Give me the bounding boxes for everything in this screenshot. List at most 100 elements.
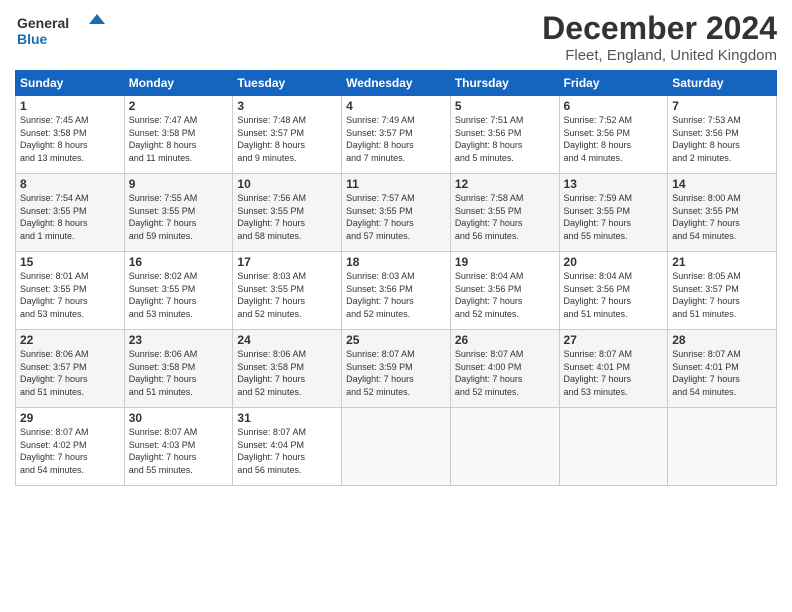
calendar-cell: 8Sunrise: 7:54 AMSunset: 3:55 PMDaylight…	[16, 174, 125, 252]
title-block: December 2024 Fleet, England, United Kin…	[542, 10, 777, 64]
day-info: Sunrise: 8:07 AMSunset: 4:00 PMDaylight:…	[455, 348, 555, 398]
day-number: 12	[455, 177, 555, 191]
calendar-week-5: 29Sunrise: 8:07 AMSunset: 4:02 PMDayligh…	[16, 408, 777, 486]
logo: General Blue	[15, 10, 105, 60]
calendar-cell: 25Sunrise: 8:07 AMSunset: 3:59 PMDayligh…	[342, 330, 451, 408]
day-info: Sunrise: 8:07 AMSunset: 4:04 PMDaylight:…	[237, 426, 337, 476]
calendar-cell: 28Sunrise: 8:07 AMSunset: 4:01 PMDayligh…	[668, 330, 777, 408]
day-info: Sunrise: 8:05 AMSunset: 3:57 PMDaylight:…	[672, 270, 772, 320]
calendar-cell: 15Sunrise: 8:01 AMSunset: 3:55 PMDayligh…	[16, 252, 125, 330]
calendar-body: 1Sunrise: 7:45 AMSunset: 3:58 PMDaylight…	[16, 96, 777, 486]
day-number: 17	[237, 255, 337, 269]
day-info: Sunrise: 8:02 AMSunset: 3:55 PMDaylight:…	[129, 270, 229, 320]
calendar-cell	[450, 408, 559, 486]
day-info: Sunrise: 8:07 AMSunset: 3:59 PMDaylight:…	[346, 348, 446, 398]
day-number: 19	[455, 255, 555, 269]
header-row: Sunday Monday Tuesday Wednesday Thursday…	[16, 71, 777, 96]
day-number: 16	[129, 255, 229, 269]
day-info: Sunrise: 7:47 AMSunset: 3:58 PMDaylight:…	[129, 114, 229, 164]
day-number: 18	[346, 255, 446, 269]
day-info: Sunrise: 7:56 AMSunset: 3:55 PMDaylight:…	[237, 192, 337, 242]
calendar-cell: 10Sunrise: 7:56 AMSunset: 3:55 PMDayligh…	[233, 174, 342, 252]
day-number: 30	[129, 411, 229, 425]
day-number: 4	[346, 99, 446, 113]
day-number: 21	[672, 255, 772, 269]
calendar-cell: 7Sunrise: 7:53 AMSunset: 3:56 PMDaylight…	[668, 96, 777, 174]
day-info: Sunrise: 8:07 AMSunset: 4:02 PMDaylight:…	[20, 426, 120, 476]
day-info: Sunrise: 7:59 AMSunset: 3:55 PMDaylight:…	[564, 192, 664, 242]
day-info: Sunrise: 8:06 AMSunset: 3:57 PMDaylight:…	[20, 348, 120, 398]
day-info: Sunrise: 7:53 AMSunset: 3:56 PMDaylight:…	[672, 114, 772, 164]
calendar-cell: 22Sunrise: 8:06 AMSunset: 3:57 PMDayligh…	[16, 330, 125, 408]
day-number: 29	[20, 411, 120, 425]
main-title: December 2024	[542, 10, 777, 47]
day-info: Sunrise: 7:45 AMSunset: 3:58 PMDaylight:…	[20, 114, 120, 164]
day-info: Sunrise: 7:51 AMSunset: 3:56 PMDaylight:…	[455, 114, 555, 164]
calendar-cell: 17Sunrise: 8:03 AMSunset: 3:55 PMDayligh…	[233, 252, 342, 330]
day-number: 15	[20, 255, 120, 269]
day-info: Sunrise: 8:03 AMSunset: 3:55 PMDaylight:…	[237, 270, 337, 320]
day-number: 26	[455, 333, 555, 347]
day-number: 7	[672, 99, 772, 113]
header-tuesday: Tuesday	[233, 71, 342, 96]
header-sunday: Sunday	[16, 71, 125, 96]
calendar-cell: 30Sunrise: 8:07 AMSunset: 4:03 PMDayligh…	[124, 408, 233, 486]
day-info: Sunrise: 8:07 AMSunset: 4:01 PMDaylight:…	[564, 348, 664, 398]
header-friday: Friday	[559, 71, 668, 96]
subtitle: Fleet, England, United Kingdom	[542, 47, 777, 64]
day-number: 6	[564, 99, 664, 113]
calendar-cell: 29Sunrise: 8:07 AMSunset: 4:02 PMDayligh…	[16, 408, 125, 486]
day-number: 20	[564, 255, 664, 269]
calendar-week-3: 15Sunrise: 8:01 AMSunset: 3:55 PMDayligh…	[16, 252, 777, 330]
day-info: Sunrise: 7:52 AMSunset: 3:56 PMDaylight:…	[564, 114, 664, 164]
day-number: 24	[237, 333, 337, 347]
calendar-cell: 20Sunrise: 8:04 AMSunset: 3:56 PMDayligh…	[559, 252, 668, 330]
calendar-cell: 6Sunrise: 7:52 AMSunset: 3:56 PMDaylight…	[559, 96, 668, 174]
day-info: Sunrise: 8:00 AMSunset: 3:55 PMDaylight:…	[672, 192, 772, 242]
calendar-cell: 18Sunrise: 8:03 AMSunset: 3:56 PMDayligh…	[342, 252, 451, 330]
calendar-cell: 24Sunrise: 8:06 AMSunset: 3:58 PMDayligh…	[233, 330, 342, 408]
calendar-cell: 27Sunrise: 8:07 AMSunset: 4:01 PMDayligh…	[559, 330, 668, 408]
calendar-cell: 13Sunrise: 7:59 AMSunset: 3:55 PMDayligh…	[559, 174, 668, 252]
day-info: Sunrise: 7:54 AMSunset: 3:55 PMDaylight:…	[20, 192, 120, 242]
day-number: 8	[20, 177, 120, 191]
calendar-cell: 2Sunrise: 7:47 AMSunset: 3:58 PMDaylight…	[124, 96, 233, 174]
header-monday: Monday	[124, 71, 233, 96]
calendar-week-2: 8Sunrise: 7:54 AMSunset: 3:55 PMDaylight…	[16, 174, 777, 252]
day-info: Sunrise: 8:06 AMSunset: 3:58 PMDaylight:…	[129, 348, 229, 398]
day-info: Sunrise: 8:07 AMSunset: 4:01 PMDaylight:…	[672, 348, 772, 398]
calendar-cell	[559, 408, 668, 486]
day-number: 11	[346, 177, 446, 191]
svg-text:General: General	[17, 15, 69, 31]
day-info: Sunrise: 7:57 AMSunset: 3:55 PMDaylight:…	[346, 192, 446, 242]
logo-content: General Blue	[15, 10, 105, 60]
day-number: 9	[129, 177, 229, 191]
calendar-cell: 19Sunrise: 8:04 AMSunset: 3:56 PMDayligh…	[450, 252, 559, 330]
calendar-week-4: 22Sunrise: 8:06 AMSunset: 3:57 PMDayligh…	[16, 330, 777, 408]
calendar-cell: 14Sunrise: 8:00 AMSunset: 3:55 PMDayligh…	[668, 174, 777, 252]
day-number: 5	[455, 99, 555, 113]
day-info: Sunrise: 8:07 AMSunset: 4:03 PMDaylight:…	[129, 426, 229, 476]
calendar-cell: 3Sunrise: 7:48 AMSunset: 3:57 PMDaylight…	[233, 96, 342, 174]
day-info: Sunrise: 8:06 AMSunset: 3:58 PMDaylight:…	[237, 348, 337, 398]
calendar-cell: 23Sunrise: 8:06 AMSunset: 3:58 PMDayligh…	[124, 330, 233, 408]
header: General Blue December 2024 Fleet, Englan…	[15, 10, 777, 64]
day-info: Sunrise: 7:48 AMSunset: 3:57 PMDaylight:…	[237, 114, 337, 164]
day-number: 27	[564, 333, 664, 347]
calendar-week-1: 1Sunrise: 7:45 AMSunset: 3:58 PMDaylight…	[16, 96, 777, 174]
day-number: 28	[672, 333, 772, 347]
day-info: Sunrise: 8:04 AMSunset: 3:56 PMDaylight:…	[564, 270, 664, 320]
calendar-table: Sunday Monday Tuesday Wednesday Thursday…	[15, 70, 777, 486]
day-number: 3	[237, 99, 337, 113]
day-number: 14	[672, 177, 772, 191]
calendar-header: Sunday Monday Tuesday Wednesday Thursday…	[16, 71, 777, 96]
calendar-cell: 1Sunrise: 7:45 AMSunset: 3:58 PMDaylight…	[16, 96, 125, 174]
calendar-cell: 5Sunrise: 7:51 AMSunset: 3:56 PMDaylight…	[450, 96, 559, 174]
day-number: 10	[237, 177, 337, 191]
logo-svg: General Blue	[15, 10, 105, 55]
header-saturday: Saturday	[668, 71, 777, 96]
day-info: Sunrise: 8:04 AMSunset: 3:56 PMDaylight:…	[455, 270, 555, 320]
calendar-cell: 26Sunrise: 8:07 AMSunset: 4:00 PMDayligh…	[450, 330, 559, 408]
day-number: 22	[20, 333, 120, 347]
header-thursday: Thursday	[450, 71, 559, 96]
